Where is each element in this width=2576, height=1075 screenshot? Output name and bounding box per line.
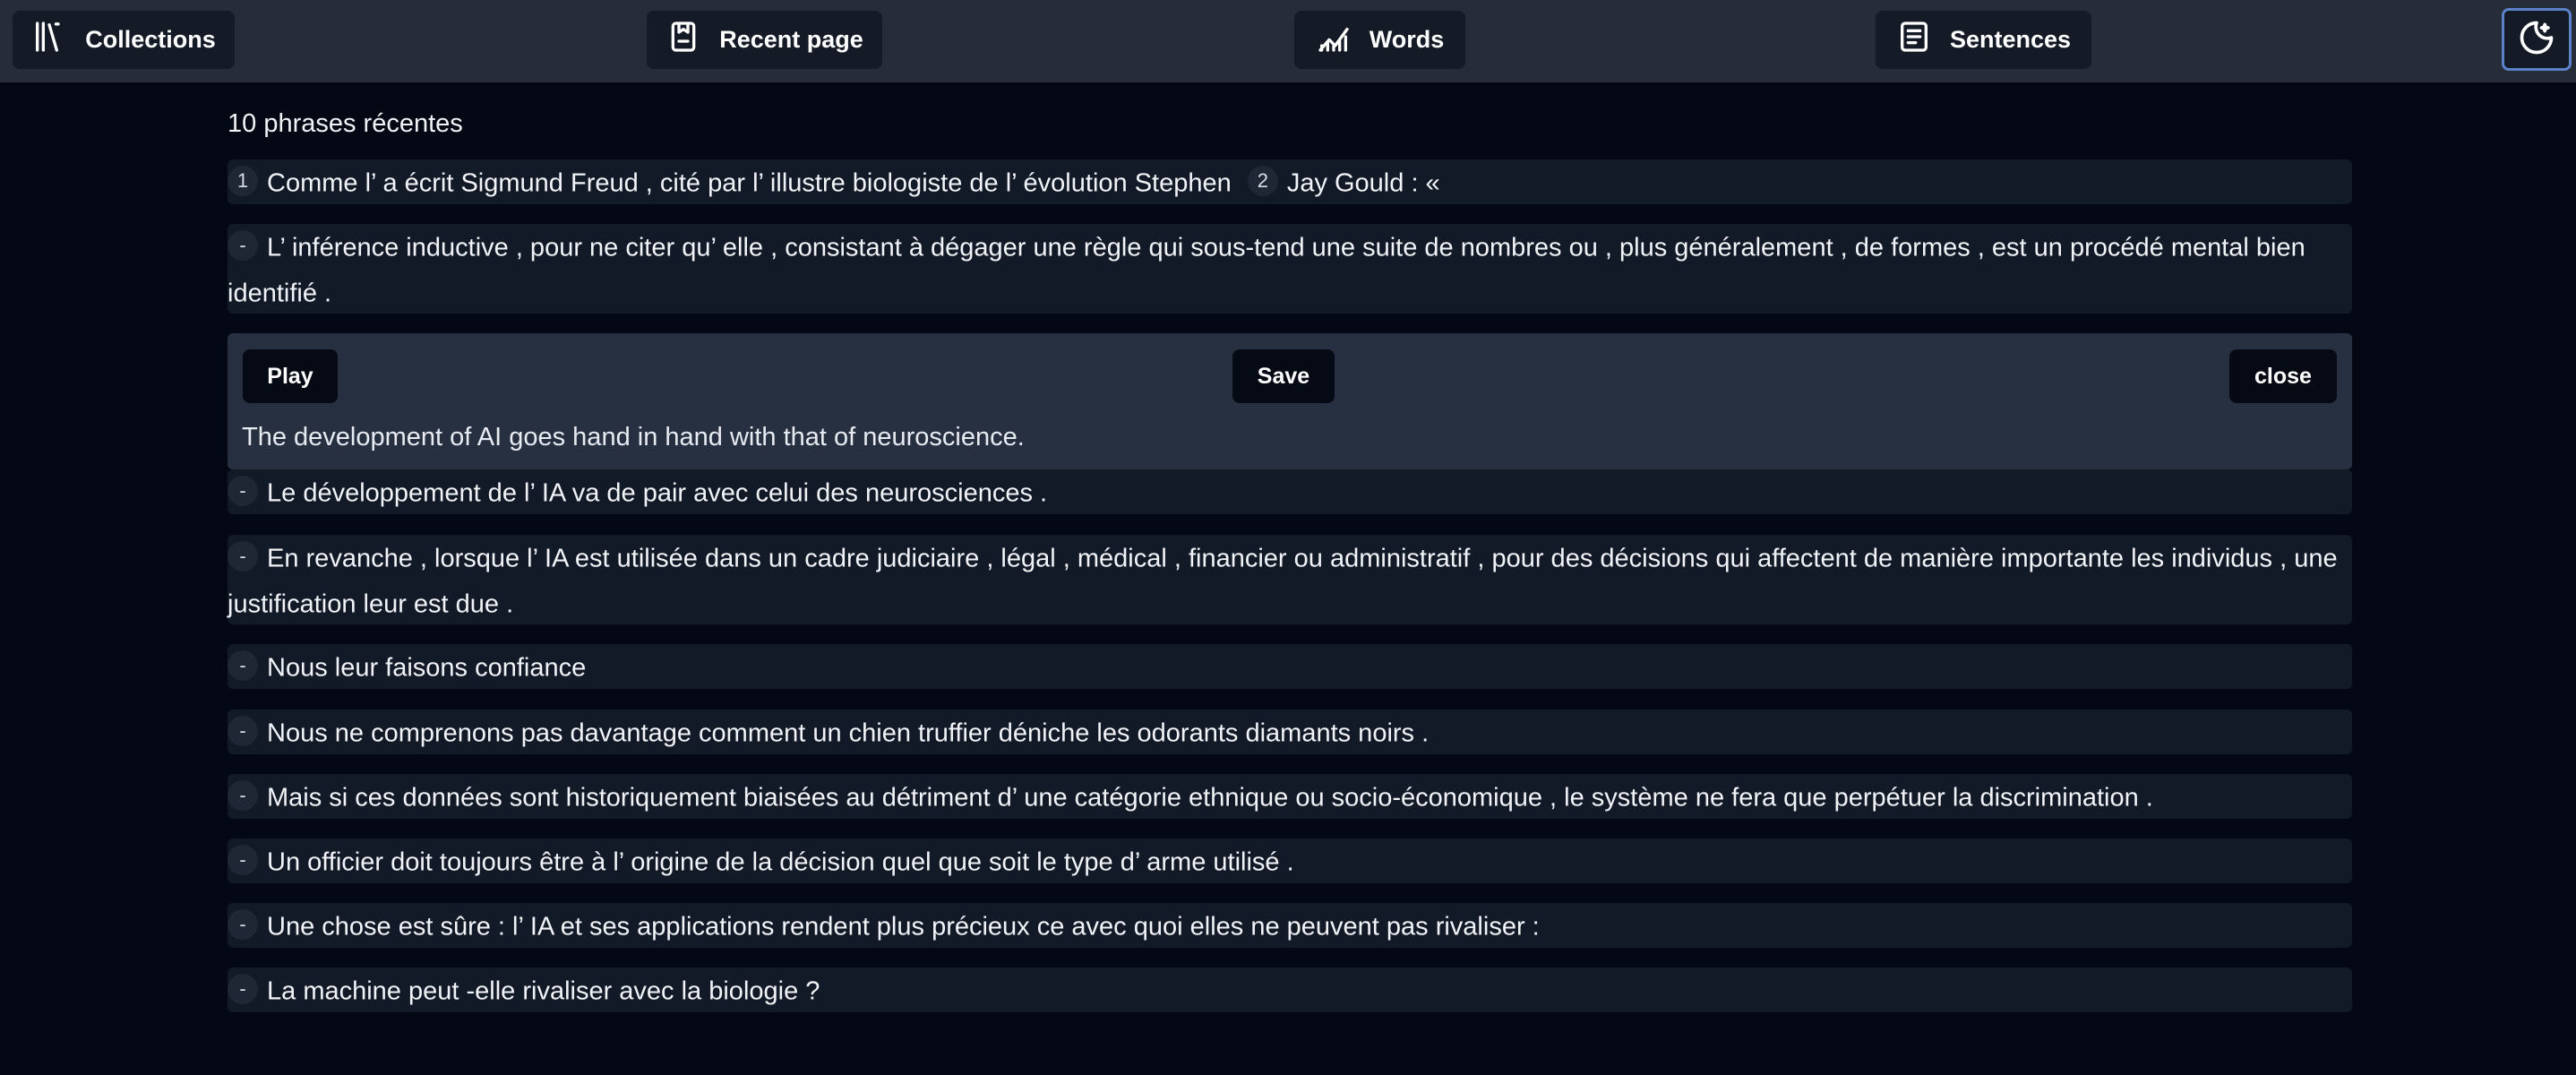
recent-page-button[interactable]: Recent page	[647, 11, 882, 69]
top-navigation-bar: Collections Recent page Words Sentences	[0, 0, 2576, 82]
sentence-badge[interactable]: 1	[228, 166, 258, 197]
bookmark-page-icon	[665, 19, 701, 61]
sentence-row[interactable]: 1 Comme l’ a écrit Sigmund Freud , cité p…	[228, 159, 2352, 204]
sentence-text: Nous ne comprenons pas davantage comment…	[267, 718, 1430, 748]
sentence-row[interactable]: - En revanche , lorsque l’ IA est utilisé…	[228, 535, 2352, 624]
sentence-row[interactable]: - Un officier doit toujours être à l’ ori…	[228, 838, 2352, 883]
books-icon	[31, 19, 67, 61]
theme-toggle-button[interactable]	[2502, 8, 2572, 71]
recent-page-label: Recent page	[719, 26, 863, 53]
chart-line-icon	[1316, 19, 1352, 61]
save-button[interactable]: Save	[1232, 349, 1335, 403]
sentence-row[interactable]: - Le développement de l’ IA va de pair av…	[228, 469, 2352, 514]
collections-label: Collections	[85, 26, 216, 53]
sentence-row[interactable]: - L’ inférence inductive , pour ne citer …	[228, 224, 2352, 314]
sentence-badge[interactable]: -	[228, 780, 258, 812]
sentence-badge[interactable]: -	[228, 845, 258, 876]
sentence-text: Le développement de l’ IA va de pair ave…	[267, 478, 1048, 508]
sentence-text: En revanche , lorsque l’ IA est utilisée…	[228, 544, 2338, 619]
sentence-text: Comme l’ a écrit Sigmund Freud , cité pa…	[267, 168, 1232, 198]
sentence-row[interactable]: - La machine peut -elle rivaliser avec la…	[228, 968, 2352, 1012]
sentence-text: Une chose est sûre : l’ IA et ses applic…	[267, 912, 1540, 942]
sentence-badge[interactable]: -	[228, 716, 258, 747]
sentence-row[interactable]: - Une chose est sûre : l’ IA et ses appli…	[228, 903, 2352, 948]
moon-stars-icon	[2517, 18, 2556, 62]
collections-button[interactable]: Collections	[13, 11, 235, 69]
sentences-button[interactable]: Sentences	[1876, 11, 2091, 69]
words-button[interactable]: Words	[1294, 11, 1465, 69]
list-text-icon	[1896, 19, 1932, 61]
sentence-badge[interactable]: -	[228, 909, 258, 941]
translation-panel: Play Save close The development of AI go…	[228, 333, 2352, 469]
sentences-label: Sentences	[1949, 26, 2072, 53]
sentence-text: Mais si ces données sont historiquement …	[267, 783, 2153, 813]
words-label: Words	[1369, 26, 1445, 53]
sentence-badge[interactable]: -	[228, 974, 258, 1005]
play-button[interactable]: Play	[243, 349, 338, 403]
sentence-badge[interactable]: -	[228, 541, 258, 572]
sentence-row[interactable]: - Mais si ces données sont historiquement…	[228, 774, 2352, 819]
sentence-text: Un officier doit toujours être à l’ orig…	[267, 847, 1294, 877]
sentence-text: La machine peut -elle rivaliser avec la …	[267, 976, 820, 1006]
sentence-text: Nous leur faisons confiance	[267, 653, 587, 683]
sentence-row[interactable]: - Nous ne comprenons pas davantage commen…	[228, 710, 2352, 754]
sentence-badge[interactable]: 2	[1247, 166, 1278, 197]
sentence-badge[interactable]: -	[228, 230, 258, 262]
page-title: 10 phrases récentes	[228, 109, 463, 138]
sentence-badge[interactable]: -	[228, 476, 258, 507]
sentence-badge[interactable]: -	[228, 650, 258, 682]
translation-text: The development of AI goes hand in hand …	[242, 423, 1025, 452]
sentence-text: Jay Gould : «	[1286, 168, 1440, 198]
sentence-text: L’ inférence inductive , pour ne citer q…	[228, 233, 2306, 308]
close-button[interactable]: close	[2229, 349, 2337, 403]
sentence-row[interactable]: - Nous leur faisons confiance	[228, 644, 2352, 689]
